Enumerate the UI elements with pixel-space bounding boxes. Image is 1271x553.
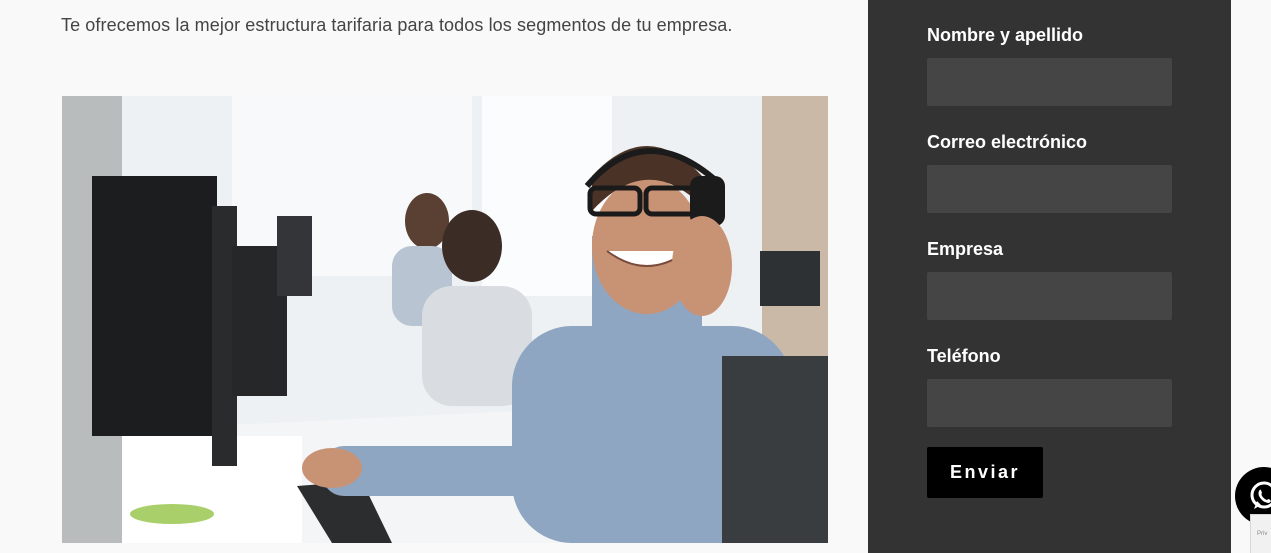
recaptcha-text: Priv [1257,531,1268,537]
name-field-group: Nombre y apellido [927,24,1172,106]
name-label: Nombre y apellido [927,25,1084,45]
email-input[interactable] [927,165,1172,213]
page: Te ofrecemos la mejor estructura tarifar… [0,0,1271,553]
phone-field-group: Teléfono [927,345,1172,427]
phone-input[interactable] [927,379,1172,427]
recaptcha-badge[interactable]: Priv [1250,514,1271,553]
email-field-group: Correo electrónico [927,131,1172,213]
submit-button[interactable]: Enviar [927,447,1043,498]
contact-form-panel: Nombre y apellido Correo electrónico Emp… [868,0,1231,553]
phone-label: Teléfono [927,346,1001,366]
whatsapp-icon [1250,481,1271,509]
company-field-group: Empresa [927,238,1172,320]
company-label: Empresa [927,239,1004,259]
name-input[interactable] [927,58,1172,106]
intro-text: Te ofrecemos la mejor estructura tarifar… [61,15,733,35]
company-input[interactable] [927,272,1172,320]
call-center-photo [62,96,828,543]
email-label: Correo electrónico [927,132,1088,152]
